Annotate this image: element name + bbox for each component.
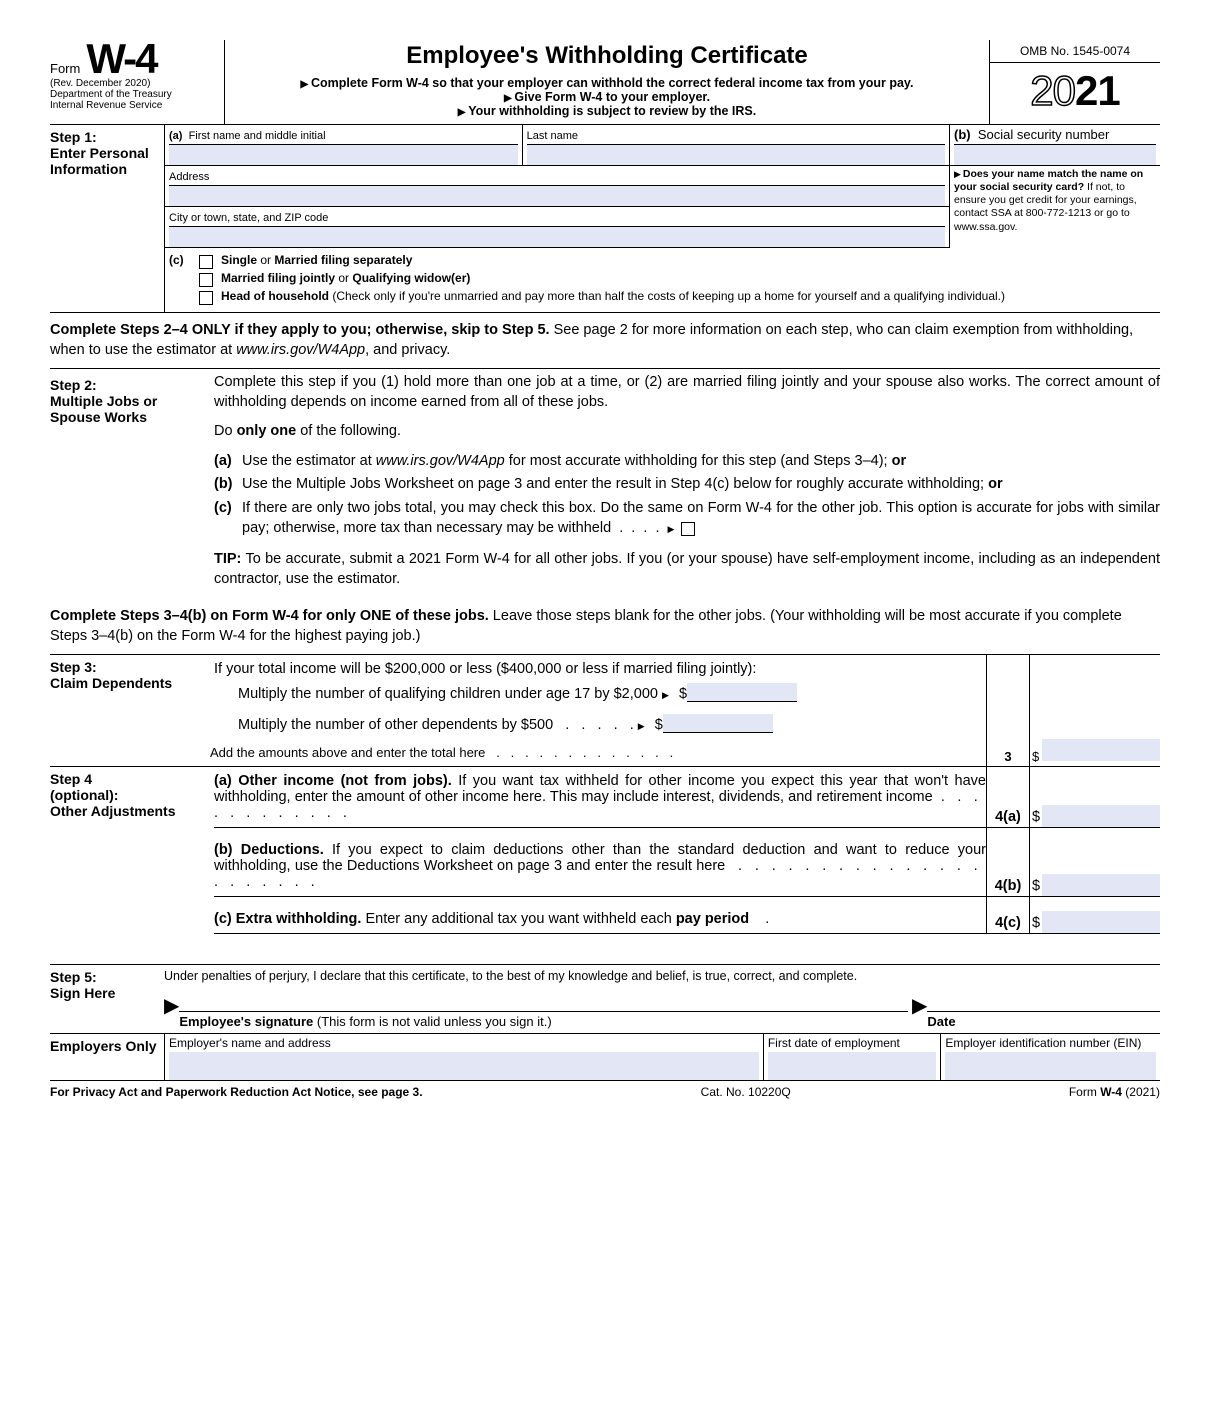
form-title: Employee's Withholding Certificate [233, 42, 981, 70]
tax-year: 2021 [990, 63, 1160, 115]
declaration: Under penalties of perjury, I declare th… [164, 969, 1160, 983]
ssn-input[interactable] [954, 144, 1156, 165]
instruction-3: Your withholding is subject to review by… [233, 104, 981, 118]
address-input[interactable] [169, 185, 945, 206]
line-4c-input[interactable] [1042, 911, 1160, 933]
signature-field[interactable]: Employee's signature (This form is not v… [179, 1011, 908, 1029]
step-3: Step 3: Claim Dependents If your total i… [50, 654, 1160, 739]
step-5: Step 5: Sign Here Under penalties of per… [50, 964, 1160, 1033]
header-right: OMB No. 1545-0074 2021 [989, 40, 1160, 124]
cat-number: Cat. No. 10220Q [701, 1085, 791, 1099]
revision: (Rev. December 2020) [50, 78, 220, 89]
line-4c-num: 4(c) [986, 897, 1029, 933]
checkbox-single[interactable] [199, 255, 213, 269]
step-2-label: Step 2: Multiple Jobs or Spouse Works [50, 373, 214, 599]
city-label: City or town, state, and ZIP code [169, 212, 328, 224]
dept-line-2: Internal Revenue Service [50, 100, 220, 111]
step-2: Step 2: Multiple Jobs or Spouse Works Co… [50, 368, 1160, 599]
form-footer: For Privacy Act and Paperwork Reduction … [50, 1081, 1160, 1099]
form-w4: Form W-4 (Rev. December 2020) Department… [50, 40, 1160, 1099]
step-1: Step 1: Enter Personal Information (a) F… [50, 125, 1160, 313]
name-match-note: Does your name match the name on your so… [950, 166, 1160, 236]
line-4a-input[interactable] [1042, 805, 1160, 827]
employers-label: Employers Only [50, 1034, 165, 1080]
step-3-label: Step 3: Claim Dependents [50, 655, 214, 739]
line-4b-num: 4(b) [986, 828, 1029, 896]
step-4-label: Step 4(optional): Other Adjustments [50, 767, 214, 934]
first-date-input[interactable] [768, 1052, 937, 1080]
date-arrow-icon: ▶ [912, 993, 927, 1018]
first-name-label: First name and middle initial [189, 130, 326, 142]
instruction-2: Give Form W-4 to your employer. [233, 90, 981, 104]
last-name-label: Last name [527, 130, 578, 142]
form-header: Form W-4 (Rev. December 2020) Department… [50, 40, 1160, 125]
line-4b-input[interactable] [1042, 874, 1160, 896]
city-input[interactable] [169, 226, 945, 247]
step-2-intro: Complete this step if you (1) hold more … [214, 373, 1160, 412]
form-word: Form [50, 61, 80, 76]
col-num-empty [986, 655, 1029, 739]
line-3-num: 3 [986, 739, 1029, 766]
employer-name-label: Employer's name and address [169, 1036, 331, 1050]
instruction-1: Complete Form W-4 so that your employer … [233, 76, 981, 90]
other-dependents-input[interactable] [663, 714, 773, 733]
step-4: Step 4(optional): Other Adjustments (a) … [50, 767, 1160, 934]
step-5-label: Step 5: Sign Here [50, 965, 164, 1033]
ein-input[interactable] [945, 1052, 1156, 1080]
form-ref: Form W-4 (2021) [1069, 1085, 1160, 1099]
c-letter: (c) [169, 253, 191, 267]
col-amt-empty [1029, 655, 1160, 739]
checkbox-mfj[interactable] [199, 273, 213, 287]
instructions-steps-2-4: Complete Steps 2–4 ONLY if they apply to… [50, 313, 1160, 368]
dept-line-1: Department of the Treasury [50, 89, 220, 100]
last-name-input[interactable] [527, 144, 945, 165]
checkbox-two-jobs[interactable] [681, 522, 695, 536]
ein-label: Employer identification number (EIN) [945, 1036, 1141, 1050]
employers-only: Employers Only Employer's name and addre… [50, 1033, 1160, 1081]
date-field[interactable]: Date [927, 1011, 1160, 1029]
step-3-intro: If your total income will be $200,000 or… [214, 661, 978, 677]
step-3-total-row: Add the amounts above and enter the tota… [50, 739, 1160, 767]
instructions-steps-3-4b: Complete Steps 3–4(b) on Form W-4 for on… [50, 599, 1160, 654]
children-amount-input[interactable] [687, 683, 797, 702]
checkbox-hoh[interactable] [199, 291, 213, 305]
header-center: Employee's Withholding Certificate Compl… [225, 40, 989, 124]
privacy-notice: For Privacy Act and Paperwork Reduction … [50, 1085, 423, 1099]
omb-number: OMB No. 1545-0074 [990, 40, 1160, 63]
first-name-input[interactable] [169, 144, 518, 165]
line-4a-num: 4(a) [986, 767, 1029, 827]
employer-name-input[interactable] [169, 1052, 759, 1080]
signature-arrow-icon: ▶ [164, 993, 179, 1018]
header-left: Form W-4 (Rev. December 2020) Department… [50, 40, 225, 124]
first-date-label: First date of employment [768, 1036, 900, 1050]
address-label: Address [169, 171, 209, 183]
form-number: W-4 [86, 40, 156, 78]
ssn-label: Social security number [978, 127, 1110, 142]
step-1-label: Step 1: Enter Personal Information [50, 125, 164, 312]
line-3-amount-input[interactable] [1042, 739, 1160, 761]
